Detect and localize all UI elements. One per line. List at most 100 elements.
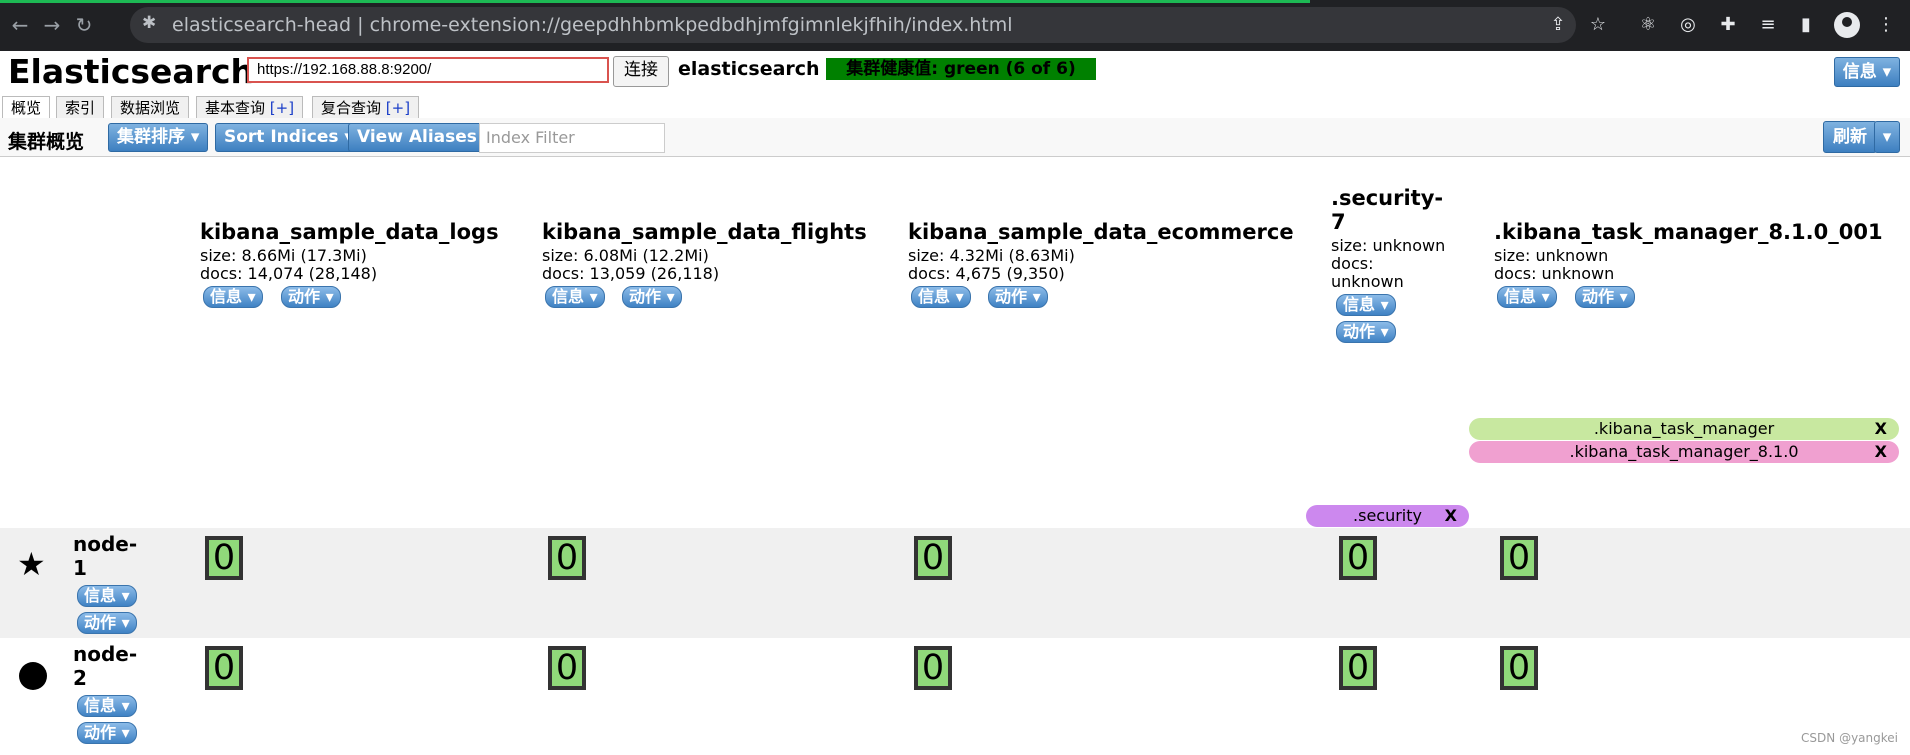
bookmark-star-icon[interactable]: ☆ xyxy=(1586,13,1610,37)
index-docs: docs: 13,059 (26,118) xyxy=(542,264,720,283)
cluster-name: elasticsearch xyxy=(678,58,820,80)
alias-remove-button[interactable]: X xyxy=(1875,418,1887,440)
tab-label: 数据浏览 xyxy=(120,99,181,117)
index-docs: docs: 4,675 (9,350) xyxy=(908,264,1065,283)
index-size: size: 4.32Mi (8.63Mi) xyxy=(908,246,1075,265)
node-row xyxy=(0,638,1910,748)
alias-kibana-task-manager[interactable]: .kibana_task_manager X xyxy=(1469,418,1899,440)
share-icon[interactable]: ⇪ xyxy=(1546,13,1570,37)
view-aliases-button[interactable]: View Aliases ▾ xyxy=(348,123,501,152)
index-action-button[interactable]: 动作 ▾ xyxy=(988,286,1048,308)
tab-add-link[interactable]: [+] xyxy=(270,99,294,117)
shard-box[interactable]: 0 xyxy=(205,646,243,690)
info-menu-button[interactable]: 信息 ▾ xyxy=(1834,57,1900,87)
index-action-button[interactable]: 动作 ▾ xyxy=(622,286,682,308)
tab-title-text: elasticsearch-head xyxy=(172,14,352,36)
index-info-button[interactable]: 信息 ▾ xyxy=(1336,294,1396,316)
extensions-icon[interactable]: ✚ xyxy=(1716,13,1740,37)
index-name: .kibana_task_manager_8.1.0_001 xyxy=(1494,220,1883,244)
node-row xyxy=(0,528,1910,638)
index-docs-label: docs: xyxy=(1331,254,1374,273)
sort-indices-button[interactable]: Sort Indices ▾ xyxy=(215,123,362,152)
connect-button[interactable]: 连接 xyxy=(613,56,669,87)
cluster-health-badge: 集群健康值: green (6 of 6) xyxy=(826,58,1096,80)
react-devtools-icon[interactable]: ⚛ xyxy=(1636,13,1660,37)
shard-box[interactable]: 0 xyxy=(1339,536,1377,580)
node-name-line1: node- xyxy=(73,532,138,556)
shard-box[interactable]: 0 xyxy=(548,536,586,580)
node-info-button[interactable]: 信息 ▾ xyxy=(77,695,137,717)
side-panel-icon[interactable]: ▮ xyxy=(1794,13,1818,37)
shard-box[interactable]: 0 xyxy=(205,536,243,580)
shard-box[interactable]: 0 xyxy=(1500,646,1538,690)
index-name-line1: .security- xyxy=(1331,186,1444,210)
server-url-input[interactable]: https://192.168.88.8:9200/ xyxy=(247,57,609,83)
forward-arrow-icon[interactable]: → xyxy=(40,13,64,37)
index-action-button[interactable]: 动作 ▾ xyxy=(281,286,341,308)
star-icon: ★ xyxy=(17,545,46,583)
media-control-icon[interactable]: ≡ xyxy=(1756,13,1780,37)
tab-basic-query[interactable]: 基本查询 [+] xyxy=(196,96,304,119)
reload-icon[interactable]: ↻ xyxy=(72,13,96,37)
alias-kibana-task-manager-810[interactable]: .kibana_task_manager_8.1.0 X xyxy=(1469,441,1899,463)
node-action-button[interactable]: 动作 ▾ xyxy=(77,722,137,744)
app-title: Elasticsearch xyxy=(8,52,255,91)
index-filter-input[interactable]: Index Filter xyxy=(479,123,665,153)
index-size: size: 6.08Mi (12.2Mi) xyxy=(542,246,709,265)
index-info-button[interactable]: 信息 ▾ xyxy=(911,286,971,308)
tab-label: 复合查询 xyxy=(321,99,382,117)
alias-remove-button[interactable]: X xyxy=(1445,505,1457,527)
alias-label: .kibana_task_manager_8.1.0 xyxy=(1569,442,1799,461)
shard-box[interactable]: 0 xyxy=(1339,646,1377,690)
extension-target-icon[interactable]: ◎ xyxy=(1676,13,1700,37)
node-name-line2: 2 xyxy=(73,666,87,690)
page-load-progress xyxy=(0,0,1310,3)
alias-label: .kibana_task_manager xyxy=(1593,419,1775,438)
index-size: size: 8.66Mi (17.3Mi) xyxy=(200,246,367,265)
circle-icon xyxy=(19,662,47,690)
tab-indices[interactable]: 索引 xyxy=(56,96,105,119)
address-bar-text[interactable]: elasticsearch-head | chrome-extension://… xyxy=(172,14,1013,36)
index-info-button[interactable]: 信息 ▾ xyxy=(203,286,263,308)
index-action-button[interactable]: 动作 ▾ xyxy=(1575,286,1635,308)
tab-label: 概览 xyxy=(11,99,42,117)
index-name-line2: 7 xyxy=(1331,210,1346,234)
index-name: kibana_sample_data_ecommerce xyxy=(908,220,1294,244)
shard-box[interactable]: 0 xyxy=(914,536,952,580)
index-name: kibana_sample_data_logs xyxy=(200,220,499,244)
refresh-button[interactable]: 刷新 xyxy=(1823,121,1877,153)
tab-overview[interactable]: 概览 xyxy=(2,96,51,120)
index-info-button[interactable]: 信息 ▾ xyxy=(545,286,605,308)
tab-add-link[interactable]: [+] xyxy=(386,99,410,117)
node-name-line2: 1 xyxy=(73,556,87,580)
tab-browser[interactable]: 数据浏览 xyxy=(111,96,190,119)
refresh-options-button[interactable]: ▾ xyxy=(1874,121,1900,153)
node-name-line1: node- xyxy=(73,642,138,666)
shard-box[interactable]: 0 xyxy=(1500,536,1538,580)
extension-puzzle-icon: ✱ xyxy=(142,13,157,33)
alias-remove-button[interactable]: X xyxy=(1875,441,1887,463)
index-info-button[interactable]: 信息 ▾ xyxy=(1497,286,1557,308)
tab-label: 索引 xyxy=(65,99,96,117)
alias-security[interactable]: .security X xyxy=(1306,505,1469,527)
profile-avatar[interactable] xyxy=(1834,12,1860,38)
tab-structured-query[interactable]: 复合查询 [+] xyxy=(312,96,420,119)
tab-label: 基本查询 xyxy=(205,99,266,117)
index-docs-value: unknown xyxy=(1331,272,1404,291)
index-size: size: unknown xyxy=(1331,236,1446,255)
back-arrow-icon[interactable]: ← xyxy=(8,13,32,37)
node-info-button[interactable]: 信息 ▾ xyxy=(77,585,137,607)
index-size: size: unknown xyxy=(1494,246,1609,265)
menu-dots-icon[interactable]: ⋮ xyxy=(1874,13,1898,37)
server-url-value: https://192.168.88.8:9200/ xyxy=(257,61,432,78)
overview-title: 集群概览 xyxy=(8,131,85,153)
index-docs: docs: unknown xyxy=(1494,264,1615,283)
shard-box[interactable]: 0 xyxy=(914,646,952,690)
index-action-button[interactable]: 动作 ▾ xyxy=(1336,321,1396,343)
index-name: kibana_sample_data_flights xyxy=(542,220,867,244)
watermark: CSDN @yangkei xyxy=(1801,731,1898,745)
node-action-button[interactable]: 动作 ▾ xyxy=(77,612,137,634)
shard-box[interactable]: 0 xyxy=(548,646,586,690)
sort-cluster-button[interactable]: 集群排序 ▾ xyxy=(108,123,209,152)
url-text: chrome-extension://geepdhhbmkpedbdhjmfgi… xyxy=(369,14,1013,36)
